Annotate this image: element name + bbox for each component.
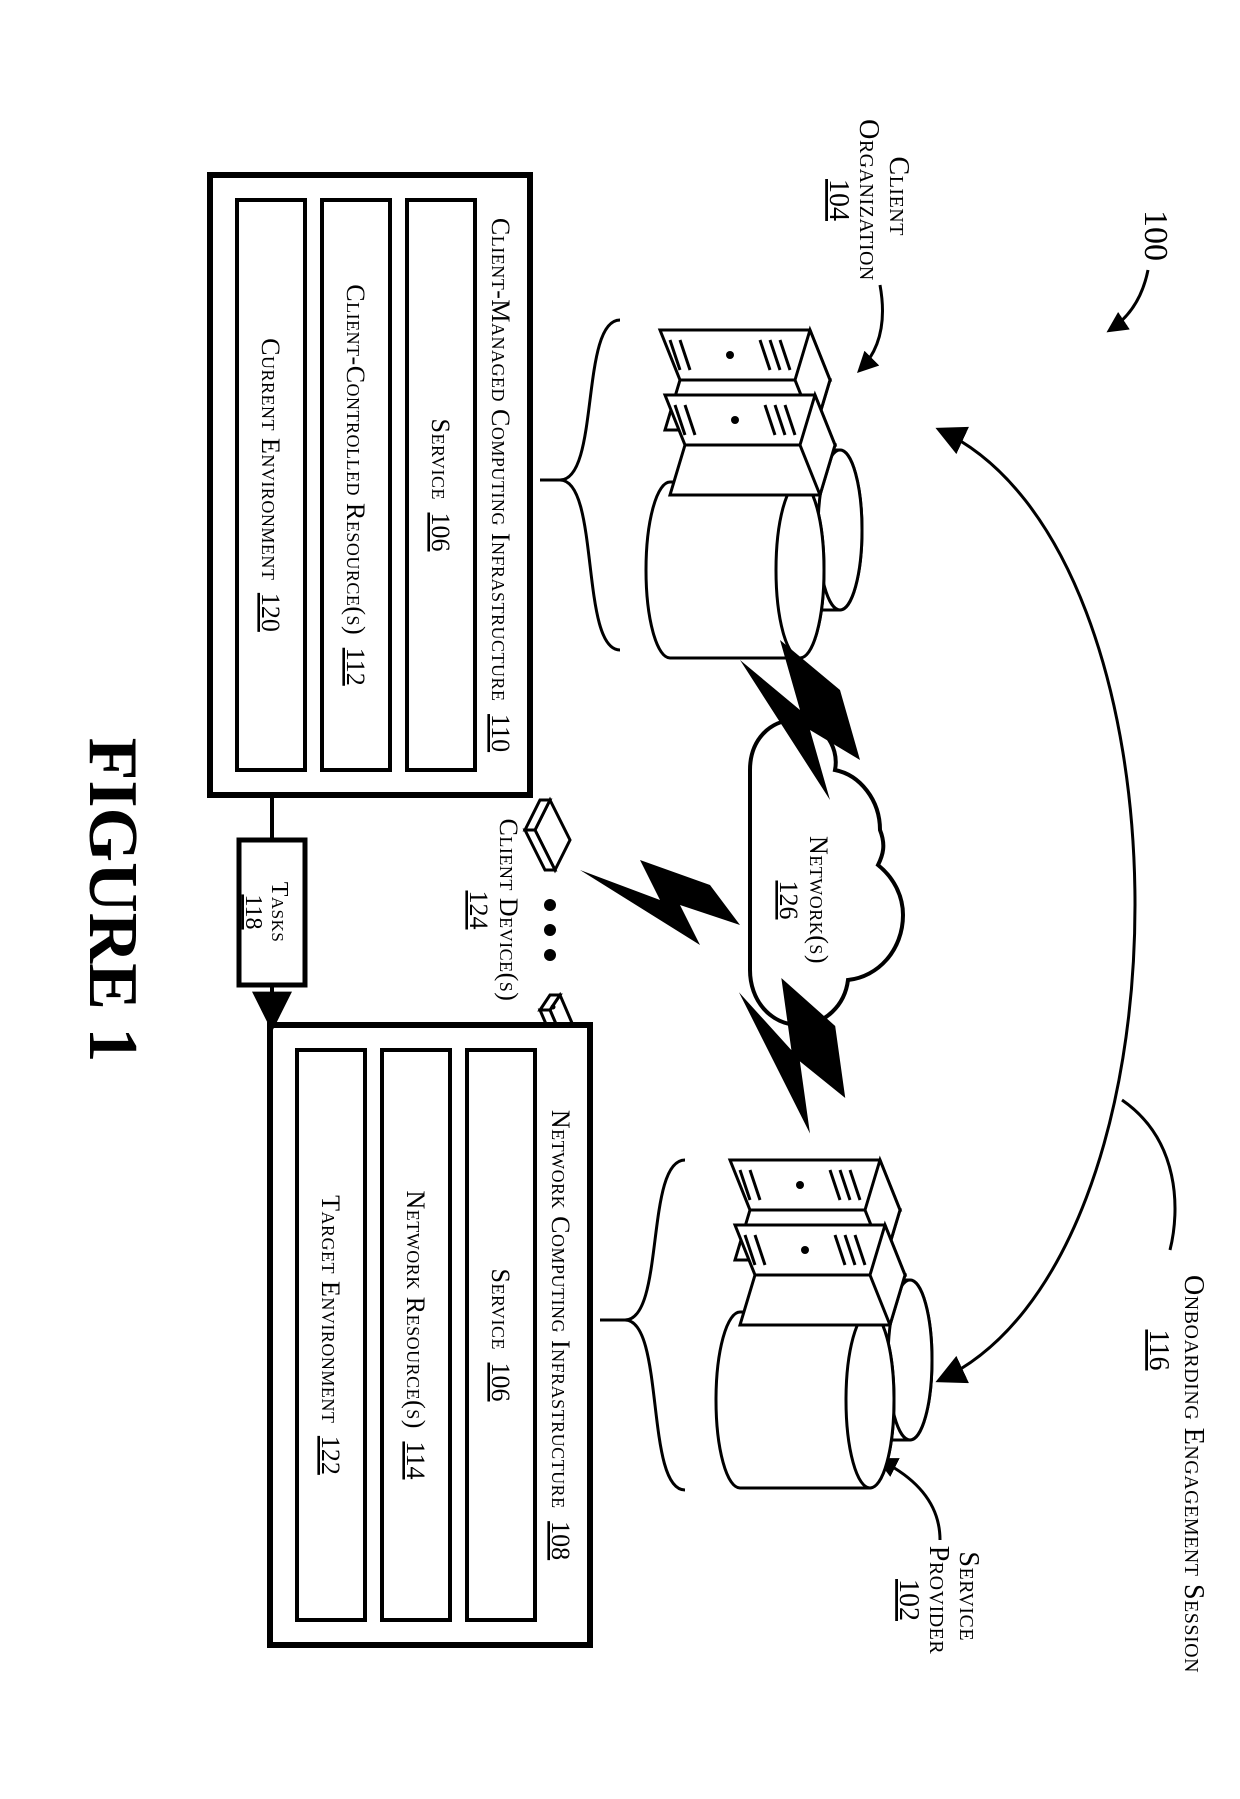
provider-server-icon [716, 1160, 932, 1488]
client-devices: Client Device(s) 124 [464, 800, 575, 1045]
client-devices-label: Client Device(s) [494, 819, 523, 1002]
onboarding-ref: 116 [1143, 1330, 1174, 1371]
diagram-svg: 100 Onboarding Engagement Session 116 Cl… [0, 0, 1240, 1799]
network-infra-title: Network Computing Infrastructure 108 [546, 1110, 575, 1560]
bolt-down-icon [580, 860, 740, 945]
figure-title: FIGURE 1 [74, 738, 151, 1063]
network-infra-row-env: Target Environment 122 [297, 1050, 365, 1620]
tasks-ref: 118 [240, 894, 266, 929]
network-cloud-icon: Network(s) 126 [750, 720, 903, 1025]
client-infra-row-resources: Client-Controlled Resource(s) 112 [322, 200, 390, 770]
client-devices-ref: 124 [464, 891, 493, 930]
onboarding-session-arc: Onboarding Engagement Session 116 [940, 430, 1209, 1673]
client-infra-box: Client-Managed Computing Infrastructure … [210, 175, 530, 795]
figure-ref-text: 100 [1137, 210, 1174, 261]
network-infra-row-service: Service 106 [467, 1050, 535, 1620]
ellipsis-dot-icon [544, 949, 556, 961]
client-infra-row-env: Current Environment 120 [237, 200, 305, 770]
service-provider-ref: 102 [893, 1579, 924, 1621]
figure-1-page: 100 Onboarding Engagement Session 116 Cl… [0, 0, 1240, 1799]
client-org-label: Client Organization 104 [823, 119, 914, 370]
brace-left-icon [540, 320, 620, 650]
svg-text:Service 106: Service 106 [426, 418, 455, 551]
onboarding-label-line1: Onboarding Engagement Session [1178, 1275, 1209, 1673]
network-infra-box: Network Computing Infrastructure 108 Ser… [270, 1025, 590, 1645]
ellipsis-dot-icon [544, 924, 556, 936]
brace-right-icon [600, 1160, 685, 1490]
ellipsis-dot-icon [544, 899, 556, 911]
svg-text:Service 106: Service 106 [486, 1268, 515, 1401]
client-org-ref: 104 [823, 179, 854, 221]
network-ref: 126 [774, 881, 803, 920]
figure-ref-100: 100 [1110, 210, 1174, 330]
service-provider-text: Service Provider [923, 1546, 984, 1655]
client-server-icon [646, 330, 862, 658]
network-label: Network(s) [804, 836, 833, 964]
tasks-arrow: Tasks 118 [239, 795, 305, 1025]
network-infra-row-resources: Network Resource(s) 114 [382, 1050, 450, 1620]
svg-text:Client-Controlled Resource(s): Client-Controlled Resource(s) 112 [341, 284, 370, 686]
client-infra-row-service: Service 106 [407, 200, 475, 770]
tasks-label: Tasks [266, 882, 292, 943]
client-infra-title: Client-Managed Computing Infrastructure … [486, 218, 515, 752]
service-provider-label: Service Provider 102 [880, 1460, 984, 1654]
laptop-icon [525, 800, 570, 870]
client-org-text: Client Organization [853, 119, 914, 281]
